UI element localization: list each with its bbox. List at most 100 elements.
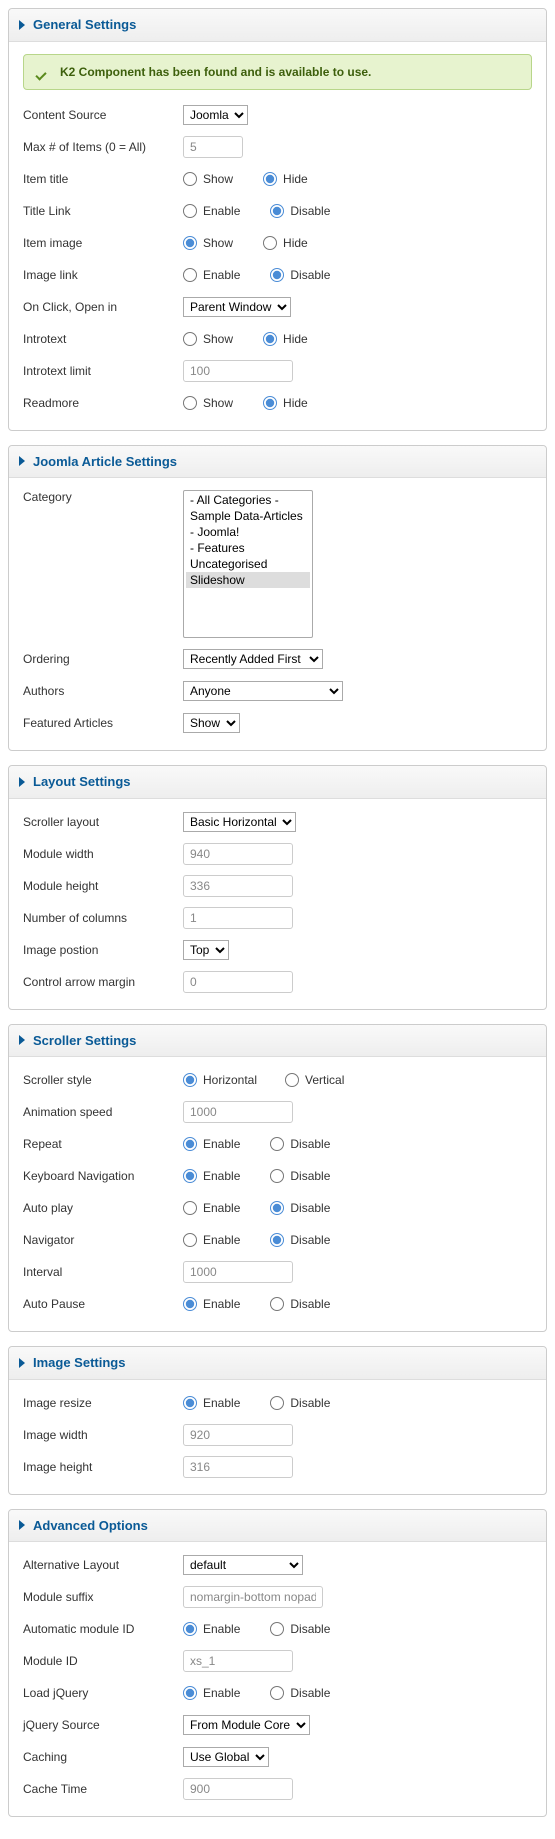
- control-margin-input[interactable]: [183, 971, 293, 993]
- jquery-disable-radio[interactable]: [270, 1686, 284, 1700]
- repeat-disable-radio[interactable]: [270, 1137, 284, 1151]
- radio-label: Disable: [290, 1169, 330, 1183]
- scroller-layout-select[interactable]: Basic Horizontal: [183, 812, 296, 832]
- suffix-input[interactable]: [183, 1586, 323, 1608]
- navigator-enable-radio[interactable]: [183, 1233, 197, 1247]
- scroller-settings-header[interactable]: Scroller Settings: [9, 1025, 546, 1058]
- radio-label: Enable: [203, 1201, 240, 1215]
- joomla-settings-header[interactable]: Joomla Article Settings: [9, 446, 546, 479]
- on-click-select[interactable]: Parent Window: [183, 297, 291, 317]
- content-source-select[interactable]: Joomla: [183, 105, 248, 125]
- category-option[interactable]: - Features: [186, 540, 310, 556]
- readmore-show-radio[interactable]: [183, 396, 197, 410]
- authors-select[interactable]: Anyone: [183, 681, 343, 701]
- navigator-label: Navigator: [23, 1233, 183, 1247]
- introtext-limit-label: Introtext limit: [23, 364, 183, 378]
- autoplay-enable-radio[interactable]: [183, 1201, 197, 1215]
- image-width-input[interactable]: [183, 1424, 293, 1446]
- auto-id-disable-radio[interactable]: [270, 1622, 284, 1636]
- repeat-enable-radio[interactable]: [183, 1137, 197, 1151]
- autopause-enable-radio[interactable]: [183, 1297, 197, 1311]
- navigator-disable-radio[interactable]: [270, 1233, 284, 1247]
- radio-label: Hide: [283, 396, 308, 410]
- radio-label: Enable: [203, 1686, 240, 1700]
- radio-label: Enable: [203, 1396, 240, 1410]
- module-height-label: Module height: [23, 879, 183, 893]
- category-option[interactable]: Slideshow: [186, 572, 310, 588]
- arrow-icon: [19, 1520, 25, 1530]
- style-horizontal-radio[interactable]: [183, 1073, 197, 1087]
- readmore-hide-radio[interactable]: [263, 396, 277, 410]
- resize-enable-radio[interactable]: [183, 1396, 197, 1410]
- radio-label: Disable: [290, 268, 330, 282]
- k2-info-box: K2 Component has been found and is avail…: [23, 54, 532, 90]
- item-title-hide-radio[interactable]: [263, 172, 277, 186]
- introtext-show-radio[interactable]: [183, 332, 197, 346]
- module-id-input[interactable]: [183, 1650, 293, 1672]
- item-image-show-radio[interactable]: [183, 236, 197, 250]
- image-link-disable-radio[interactable]: [270, 268, 284, 282]
- caching-select[interactable]: Use Global: [183, 1747, 269, 1767]
- image-link-enable-radio[interactable]: [183, 268, 197, 282]
- ordering-label: Ordering: [23, 652, 183, 666]
- autopause-label: Auto Pause: [23, 1297, 183, 1311]
- alt-layout-label: Alternative Layout: [23, 1558, 183, 1572]
- image-height-input[interactable]: [183, 1456, 293, 1478]
- category-option[interactable]: - All Categories -: [186, 492, 310, 508]
- general-settings-header[interactable]: General Settings: [9, 9, 546, 42]
- num-columns-input[interactable]: [183, 907, 293, 929]
- scroller-style-label: Scroller style: [23, 1073, 183, 1087]
- introtext-limit-input[interactable]: [183, 360, 293, 382]
- radio-label: Show: [203, 236, 233, 250]
- image-position-select[interactable]: Top: [183, 940, 229, 960]
- radio-label: Disable: [290, 1622, 330, 1636]
- general-settings-panel: General Settings K2 Component has been f…: [8, 8, 547, 431]
- category-option[interactable]: Sample Data-Articles: [186, 508, 310, 524]
- repeat-label: Repeat: [23, 1137, 183, 1151]
- advanced-options-header[interactable]: Advanced Options: [9, 1510, 546, 1543]
- item-title-show-radio[interactable]: [183, 172, 197, 186]
- ordering-select[interactable]: Recently Added First: [183, 649, 323, 669]
- autoplay-label: Auto play: [23, 1201, 183, 1215]
- panel-title-text: Layout Settings: [33, 774, 131, 789]
- category-select[interactable]: - All Categories - Sample Data-Articles …: [183, 490, 313, 638]
- title-link-disable-radio[interactable]: [270, 204, 284, 218]
- autoplay-disable-radio[interactable]: [270, 1201, 284, 1215]
- category-option[interactable]: Uncategorised: [186, 556, 310, 572]
- module-width-input[interactable]: [183, 843, 293, 865]
- autopause-disable-radio[interactable]: [270, 1297, 284, 1311]
- jq-source-select[interactable]: From Module Core: [183, 1715, 310, 1735]
- keyboard-disable-radio[interactable]: [270, 1169, 284, 1183]
- cache-time-input[interactable]: [183, 1778, 293, 1800]
- arrow-icon: [19, 1358, 25, 1368]
- featured-label: Featured Articles: [23, 716, 183, 730]
- jquery-enable-radio[interactable]: [183, 1686, 197, 1700]
- arrow-icon: [19, 20, 25, 30]
- alt-layout-select[interactable]: default: [183, 1555, 303, 1575]
- introtext-label: Introtext: [23, 332, 183, 346]
- featured-select[interactable]: Show: [183, 713, 240, 733]
- introtext-hide-radio[interactable]: [263, 332, 277, 346]
- max-items-input[interactable]: [183, 136, 243, 158]
- radio-label: Enable: [203, 1622, 240, 1636]
- layout-settings-header[interactable]: Layout Settings: [9, 766, 546, 799]
- resize-label: Image resize: [23, 1396, 183, 1410]
- style-vertical-radio[interactable]: [285, 1073, 299, 1087]
- radio-label: Hide: [283, 332, 308, 346]
- radio-label: Show: [203, 172, 233, 186]
- radio-label: Vertical: [305, 1073, 344, 1087]
- category-option[interactable]: - Joomla!: [186, 524, 310, 540]
- category-label: Category: [23, 490, 183, 504]
- auto-id-enable-radio[interactable]: [183, 1622, 197, 1636]
- module-height-input[interactable]: [183, 875, 293, 897]
- speed-input[interactable]: [183, 1101, 293, 1123]
- panel-title-text: Advanced Options: [33, 1518, 148, 1533]
- keyboard-enable-radio[interactable]: [183, 1169, 197, 1183]
- resize-disable-radio[interactable]: [270, 1396, 284, 1410]
- title-link-enable-radio[interactable]: [183, 204, 197, 218]
- interval-input[interactable]: [183, 1261, 293, 1283]
- item-image-hide-radio[interactable]: [263, 236, 277, 250]
- image-settings-header[interactable]: Image Settings: [9, 1347, 546, 1380]
- image-height-label: Image height: [23, 1460, 183, 1474]
- check-icon: [36, 65, 50, 79]
